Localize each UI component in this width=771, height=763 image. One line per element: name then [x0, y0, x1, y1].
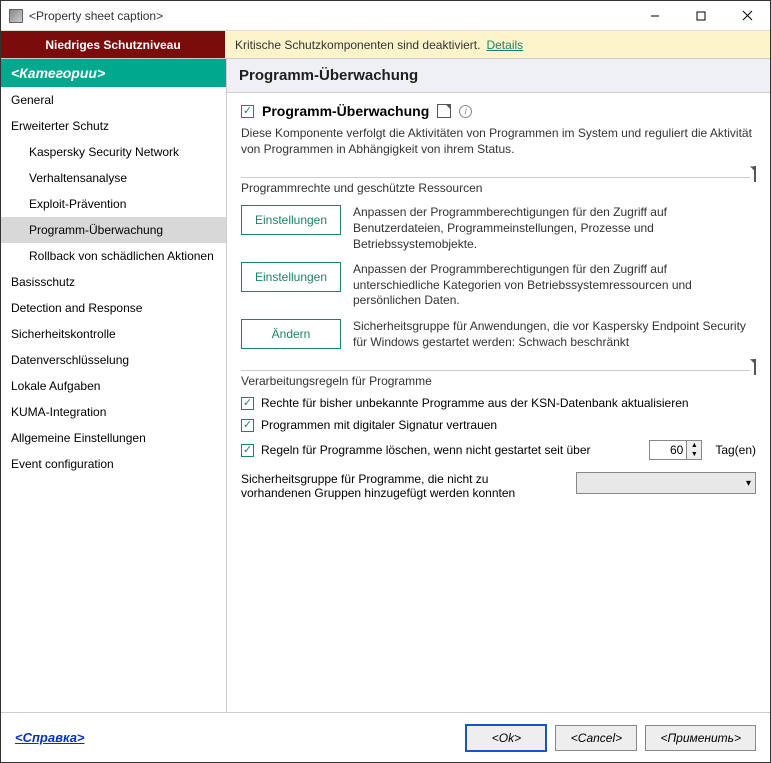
sidebar-item-6[interactable]: Rollback von schädlichen Aktionen: [1, 243, 226, 269]
sidebar-item-3[interactable]: Verhaltensanalyse: [1, 165, 226, 191]
sidebar-item-5[interactable]: Programm-Überwachung: [1, 217, 226, 243]
enable-label: Programm-Überwachung: [262, 103, 429, 119]
days-spinner[interactable]: ▲ ▼: [649, 440, 702, 460]
check-delete-rules[interactable]: ✓: [241, 444, 254, 457]
sidebar-header: <Категории>: [1, 59, 226, 87]
settings-desc-0: Anpassen der Programmberechtigungen für …: [353, 205, 756, 252]
group2-title: Verarbeitungsregeln für Programme: [241, 374, 438, 388]
settings-desc-1: Anpassen der Programmberechtigungen für …: [353, 262, 756, 309]
close-button[interactable]: [724, 1, 770, 31]
security-group-label: Sicherheitsgruppe für Programme, die nic…: [241, 472, 541, 500]
sidebar-item-7[interactable]: Basisschutz: [1, 269, 226, 295]
settings-button-0[interactable]: Einstellungen: [241, 205, 341, 235]
alert-badge: Niedriges Schutzniveau: [1, 31, 225, 58]
check-delete-rules-label: Regeln für Programme löschen, wenn nicht…: [261, 443, 591, 457]
settings-desc-2: Sicherheitsgruppe für Anwendungen, die v…: [353, 319, 756, 350]
check-ksn-label: Rechte für bisher unbekannte Programme a…: [261, 396, 689, 410]
app-icon: [9, 9, 23, 23]
apply-button[interactable]: <Применить>: [645, 725, 756, 751]
titlebar: <Property sheet caption>: [1, 1, 770, 31]
sidebar-item-10[interactable]: Datenverschlüsselung: [1, 347, 226, 373]
sidebar-item-2[interactable]: Kaspersky Security Network: [1, 139, 226, 165]
sidebar-item-1[interactable]: Erweiterter Schutz: [1, 113, 226, 139]
help-link[interactable]: <Справка>: [15, 730, 85, 745]
spin-down-icon[interactable]: ▼: [687, 450, 701, 459]
sidebar-item-13[interactable]: Allgemeine Einstellungen: [1, 425, 226, 451]
spin-up-icon[interactable]: ▲: [687, 441, 701, 450]
days-unit: Tag(en): [715, 443, 756, 457]
sidebar-item-4[interactable]: Exploit-Prävention: [1, 191, 226, 217]
settings-button-2[interactable]: Ändern: [241, 319, 341, 349]
check-digital-signature[interactable]: ✓: [241, 419, 254, 432]
security-group-select[interactable]: ▾: [576, 472, 756, 494]
settings-button-1[interactable]: Einstellungen: [241, 262, 341, 292]
enable-checkbox[interactable]: ✓: [241, 105, 254, 118]
chevron-down-icon: ▾: [746, 478, 751, 489]
component-description: Diese Komponente verfolgt die Aktivitäte…: [241, 125, 756, 157]
info-icon[interactable]: i: [459, 105, 472, 118]
sidebar-item-0[interactable]: General: [1, 87, 226, 113]
sidebar-item-9[interactable]: Sicherheitskontrolle: [1, 321, 226, 347]
check-ksn-update[interactable]: ✓: [241, 397, 254, 410]
maximize-button[interactable]: [678, 1, 724, 31]
minimize-button[interactable]: [632, 1, 678, 31]
lock-icon[interactable]: [437, 104, 451, 118]
cancel-button[interactable]: <Cancel>: [555, 725, 637, 751]
group2-lock-icon[interactable]: [754, 359, 756, 375]
sidebar-item-8[interactable]: Detection and Response: [1, 295, 226, 321]
alert-text: Kritische Schutzkomponenten sind deaktiv…: [225, 38, 480, 52]
sidebar-item-11[interactable]: Lokale Aufgaben: [1, 373, 226, 399]
sidebar-item-12[interactable]: KUMA-Integration: [1, 399, 226, 425]
group1-title: Programmrechte und geschützte Ressourcen: [241, 181, 488, 195]
group1-lock-icon[interactable]: [754, 166, 756, 182]
content-header: Programm-Überwachung: [227, 59, 770, 93]
alert-bar: Niedriges Schutzniveau Kritische Schutzk…: [1, 31, 770, 59]
sidebar-item-14[interactable]: Event configuration: [1, 451, 226, 477]
ok-button[interactable]: <Ok>: [465, 724, 547, 752]
check-digital-signature-label: Programmen mit digitaler Signatur vertra…: [261, 418, 497, 432]
days-input[interactable]: [650, 441, 686, 459]
alert-details-link[interactable]: Details: [486, 38, 523, 52]
window-title: <Property sheet caption>: [29, 9, 163, 23]
sidebar-nav: GeneralErweiterter SchutzKaspersky Secur…: [1, 87, 226, 712]
